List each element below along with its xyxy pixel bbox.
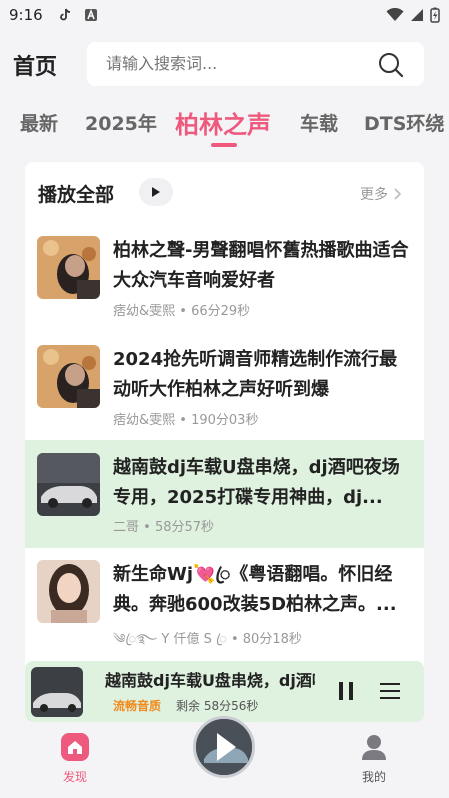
song-item[interactable]: 柏林之聲-男聲翻唱怀舊热播歌曲适合大众汽车音响爱好者 痞幼&雯熙 • 66分29…: [25, 236, 424, 340]
song-title: 柏林之聲-男聲翻唱怀舊热播歌曲适合大众汽车音响爱好者: [113, 240, 409, 291]
mini-player[interactable]: 越南鼓dj车载U盘串烧，dj酒吧夜场专用 流畅音质 剩余 58分56秒: [25, 661, 424, 722]
song-item[interactable]: 2024抢先听调音师精选制作流行最动听大作柏林之声好听到爆 痞幼&雯熙 • 19…: [25, 345, 424, 449]
song-meta: 二哥 • 58分57秒: [113, 516, 214, 535]
status-indicators: [386, 7, 440, 23]
tab-car[interactable]: 车载: [300, 109, 338, 136]
song-artist: 痞幼&雯熙: [113, 413, 176, 428]
song-duration: 80分18秒: [242, 632, 302, 647]
song-duration: 58分57秒: [154, 520, 215, 535]
song-duration: 66分29秒: [191, 304, 251, 319]
meta-separator: •: [230, 632, 239, 647]
song-meta: 痞幼&雯熙 • 190分03秒: [113, 409, 258, 428]
mini-player-title: 越南鼓dj车载U盘串烧，dj酒吧夜场专用: [105, 671, 315, 690]
song-title: 2024抢先听调音师精选制作流行最动听大作柏林之声好听到爆: [113, 349, 398, 400]
meta-separator: •: [179, 413, 187, 428]
playlist-icon[interactable]: [379, 681, 401, 701]
tab-berlin-sound[interactable]: 柏林之声: [175, 105, 271, 140]
play-icon: [152, 187, 160, 197]
tab-dts[interactable]: DTS环绕: [364, 109, 444, 136]
status-time: 9:16: [9, 6, 43, 24]
active-tab-indicator: [211, 143, 237, 147]
battery-icon: [430, 7, 440, 23]
song-title: 越南鼓dj车载U盘串烧，dj酒吧夜场专用，2025打碟专用神曲，dj...: [113, 457, 400, 508]
meta-separator: •: [179, 304, 187, 319]
page-title: 首页: [13, 55, 58, 80]
more-label: 更多: [360, 187, 388, 203]
tab-latest[interactable]: 最新: [20, 109, 58, 136]
song-item-playing[interactable]: 越南鼓dj车载U盘串烧，dj酒吧夜场专用，2025打碟专用神曲，dj... 二哥…: [25, 440, 424, 548]
song-item[interactable]: 新生命Wj💘ꦿ《粤语翻唱。怀旧经典。奔驰600改装5D柏林之声。... ༄ꦿ࿐ …: [25, 560, 424, 664]
song-artist: 二哥: [113, 520, 140, 535]
nav-discover-label: 发现: [62, 770, 87, 784]
nav-mine-label: 我的: [361, 770, 386, 784]
song-artist: ༄ꦿ࿐ Y 仟億 S ꦿ: [113, 632, 227, 647]
audio-quality-badge[interactable]: 流畅音质: [113, 697, 161, 714]
song-cover: [37, 236, 100, 299]
remaining-time: 剩余 58分56秒: [176, 699, 259, 713]
more-link[interactable]: 更多: [360, 184, 402, 204]
chevron-right-icon: [394, 188, 402, 200]
nav-mine[interactable]: 我的: [344, 733, 404, 785]
play-all-button[interactable]: [139, 178, 173, 206]
status-bar: 9:16: [0, 0, 449, 32]
song-artist: 痞幼&雯熙: [113, 304, 176, 319]
home-icon: [61, 733, 89, 761]
pause-icon[interactable]: [336, 681, 356, 701]
tiktok-icon: [60, 8, 71, 21]
play-icon: [196, 719, 252, 775]
header: 首页: [0, 40, 449, 88]
user-icon: [362, 735, 386, 760]
song-cover: [37, 345, 100, 408]
song-cover: [37, 560, 100, 623]
mini-player-cover: [31, 667, 83, 717]
font-app-icon: [85, 8, 97, 21]
song-meta: 痞幼&雯熙 • 66分29秒: [113, 300, 250, 319]
song-title: 新生命Wj💘ꦿ《粤语翻唱。怀旧经典。奔驰600改装5D柏林之声。...: [113, 564, 397, 615]
song-meta: ༄ꦿ࿐ Y 仟億 S ꦿ • 80分18秒: [113, 624, 302, 661]
song-duration: 190分03秒: [191, 413, 259, 428]
meta-separator: •: [143, 520, 151, 535]
search-input[interactable]: [106, 54, 366, 73]
play-all-label[interactable]: 播放全部: [38, 180, 114, 207]
signal-icon: [411, 9, 423, 21]
bottom-nav: 发现 我的: [0, 716, 449, 798]
search-icon[interactable]: [378, 52, 404, 78]
nav-discover[interactable]: 发现: [45, 733, 105, 785]
search-bar[interactable]: [87, 42, 424, 86]
center-play-button[interactable]: [193, 716, 255, 778]
song-list-card: 播放全部 更多 柏林之聲-男聲翻唱怀舊热播歌曲适合大众汽车音响爱好者 痞幼&雯熙…: [25, 162, 424, 722]
category-tabs: 最新 2025年 柏林之声 车载 DTS环绕: [0, 100, 449, 150]
tab-2025[interactable]: 2025年: [85, 109, 157, 136]
wifi-icon: [386, 8, 404, 21]
song-cover: [37, 453, 100, 516]
